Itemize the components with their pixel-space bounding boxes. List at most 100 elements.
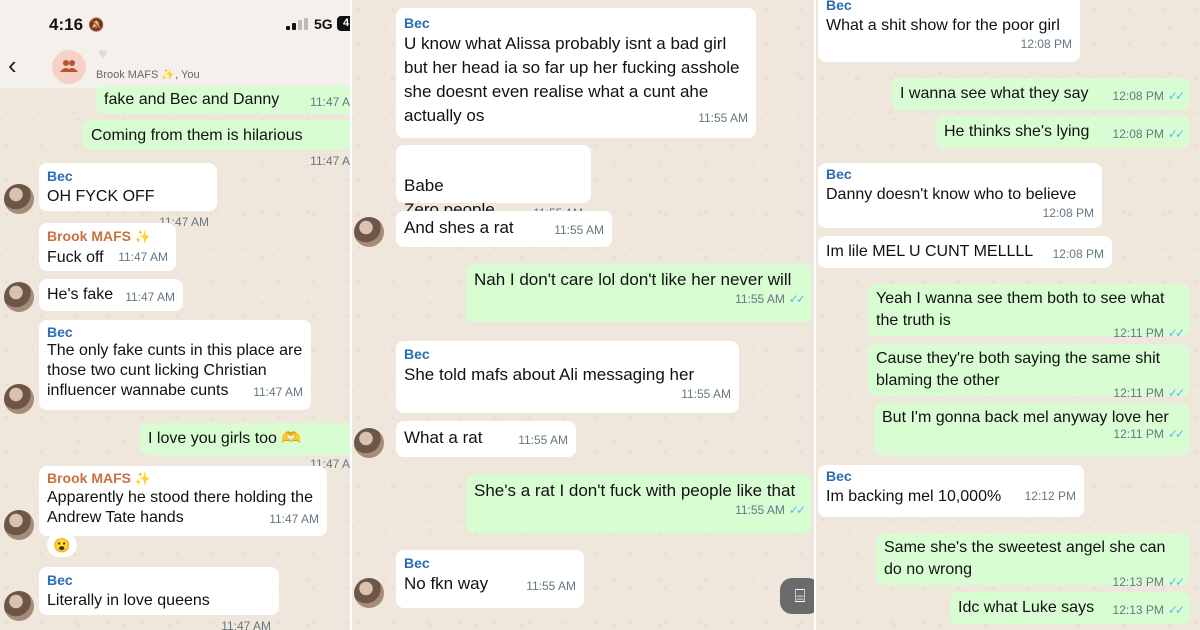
outgoing-message[interactable]: I love you girls too 🫶 11:47 A (140, 423, 352, 471)
sparkle-icon: ✨ (134, 229, 152, 244)
message-time: 12:11 PM (1113, 427, 1164, 441)
outgoing-message[interactable]: Nah I don't care lol don't like her neve… (466, 264, 811, 322)
outgoing-message[interactable]: fake and Bec and Danny 11:47 A (96, 86, 352, 114)
read-ticks-icon: ✓✓ (788, 292, 806, 306)
message-text: He thinks she's lying (944, 123, 1090, 140)
outgoing-message[interactable]: Same she's the sweetest angel she can do… (876, 533, 1190, 589)
incoming-message[interactable]: Brook MAFS ✨ Fuck off 11:47 AM (39, 223, 176, 271)
chat-panel-middle: Bec U know what Alissa probably isnt a b… (352, 0, 816, 630)
sender-avatar[interactable] (4, 184, 34, 214)
astonished-icon: 😮 (53, 537, 71, 553)
message-time: 11:55 AM (735, 292, 785, 306)
message-time: 11:55 AM (526, 579, 576, 593)
sender-avatar[interactable] (4, 282, 34, 312)
group-avatar[interactable] (52, 50, 86, 84)
message-time: 12:08 PM (1112, 89, 1164, 103)
message-time: 11:47 A (310, 154, 350, 168)
message-text: Cause they're both saying the same shit … (876, 350, 1161, 389)
people-icon (60, 60, 78, 72)
message-text: Im backing mel 10,000% (826, 488, 1002, 505)
read-ticks-icon: ✓✓ (1167, 427, 1185, 441)
incoming-message[interactable]: What a rat 11:55 AM (396, 421, 576, 457)
read-ticks-icon: ✓✓ (1167, 127, 1185, 141)
sender-name: Bec (404, 555, 430, 571)
silent-bell-icon: 🔕 (88, 17, 105, 32)
message-time: 12:11 PM (1113, 326, 1164, 340)
outgoing-message[interactable]: But I'm gonna back mel anyway love her 1… (874, 403, 1190, 455)
message-text: Danny doesn't know who to believe (826, 186, 1077, 203)
read-ticks-icon: ✓✓ (1167, 575, 1185, 589)
scan-text-icon: ⌸ (794, 586, 806, 606)
sender-avatar[interactable] (4, 384, 34, 414)
sender-avatar[interactable] (354, 428, 384, 458)
sender-avatar[interactable] (4, 591, 34, 621)
sender-name: Bec (826, 0, 852, 13)
incoming-message[interactable]: Babe Zero people 11:55 AM (396, 145, 591, 220)
message-time: 12:13 PM (1112, 603, 1164, 617)
incoming-message[interactable]: He's fake 11:47 AM (39, 279, 183, 311)
outgoing-message[interactable]: Yeah I wanna see them both to see what t… (868, 284, 1190, 340)
incoming-message[interactable]: Bec The only fake cunts in this place ar… (39, 320, 311, 410)
incoming-message[interactable]: Bec U know what Alissa probably isnt a b… (396, 8, 756, 138)
signal-icon (286, 18, 308, 30)
sender-avatar[interactable] (4, 510, 34, 540)
sender-avatar[interactable] (354, 217, 384, 247)
message-text: I wanna see what they say (900, 85, 1089, 102)
incoming-message[interactable]: Bec OH FYCK OFF 11:47 AM (39, 163, 217, 229)
message-text: Fuck off (47, 249, 104, 266)
incoming-message[interactable]: Bec Danny doesn't know who to believe 12… (818, 163, 1102, 228)
message-time: 11:47 AM (118, 250, 168, 264)
message-text: Nah I don't care lol don't like her neve… (474, 270, 792, 289)
message-time: 11:47 AM (253, 385, 303, 399)
message-text: He's fake (47, 286, 114, 303)
sender-name: Bec (404, 346, 430, 362)
message-time: 11:55 AM (518, 433, 568, 447)
message-text: fake and Bec and Danny (104, 91, 280, 108)
status-bar: 4:16 🔕 5G 4 (0, 0, 352, 46)
message-time: 11:47 A (310, 95, 350, 109)
sender-name: Brook MAFS (47, 470, 131, 486)
incoming-message[interactable]: Im lile MEL U CUNT MELLLL 12:08 PM (818, 236, 1112, 268)
reaction-badge[interactable]: 😮 (47, 533, 77, 557)
outgoing-message[interactable]: She's a rat I don't fuck with people lik… (466, 475, 811, 533)
incoming-message[interactable]: And shes a rat 11:55 AM (396, 211, 612, 247)
sender-name: Bec (404, 15, 430, 31)
chat-header: ‹ ♥ Brook MAFS ✨, You (0, 46, 352, 88)
sender-name: Bec (826, 468, 852, 484)
outgoing-message[interactable]: Cause they're both saying the same shit … (868, 344, 1190, 400)
sender-name: Bec (826, 166, 852, 182)
message-time: 12:08 PM (1020, 37, 1072, 51)
sender-avatar[interactable] (354, 578, 384, 608)
message-text: And shes a rat (404, 218, 514, 237)
sender-name: Brook MAFS (47, 228, 131, 244)
status-time: 4:16 (49, 15, 84, 34)
outgoing-message[interactable]: I wanna see what they say 12:08 PM ✓✓ (892, 78, 1190, 110)
incoming-message[interactable]: Bec What a shit show for the poor girl 1… (818, 0, 1080, 62)
read-ticks-icon: ✓✓ (788, 503, 806, 517)
outgoing-message[interactable]: Coming from them is hilarious 11:47 A (83, 120, 352, 168)
message-time: 12:11 PM (1113, 386, 1164, 400)
back-chevron-icon[interactable]: ‹ (8, 52, 17, 78)
read-ticks-icon: ✓✓ (1167, 89, 1185, 103)
message-time: 12:13 PM (1112, 575, 1164, 589)
message-time: 11:47 AM (221, 619, 271, 630)
incoming-message[interactable]: Bec Im backing mel 10,000% 12:12 PM (818, 465, 1084, 517)
outgoing-message[interactable]: He thinks she's lying 12:08 PM ✓✓ (936, 116, 1190, 148)
incoming-message[interactable]: Bec No fkn way 11:55 AM (396, 550, 584, 608)
message-time: 12:08 PM (1042, 206, 1094, 220)
sender-name: Bec (47, 168, 73, 184)
sender-name: Bec (47, 572, 73, 588)
incoming-message[interactable]: Brook MAFS ✨ Apparently he stood there h… (39, 466, 327, 536)
message-text: She's a rat I don't fuck with people lik… (474, 481, 796, 500)
network-label: 5G (314, 16, 333, 32)
incoming-message[interactable]: Bec Literally in love queens 11:47 AM (39, 567, 279, 630)
message-text: OH FYCK OFF (47, 188, 155, 205)
outgoing-message[interactable]: Idc what Luke says 12:13 PM ✓✓ (950, 592, 1190, 624)
message-text: Idc what Luke says (958, 599, 1095, 616)
message-text: Yeah I wanna see them both to see what t… (876, 290, 1165, 329)
message-text: Im lile MEL U CUNT MELLLL (826, 243, 1034, 260)
incoming-message[interactable]: Bec She told mafs about Ali messaging he… (396, 341, 739, 413)
read-ticks-icon: ✓✓ (1167, 603, 1185, 617)
group-members[interactable]: Brook MAFS ✨, You (96, 68, 200, 81)
message-time: 11:55 AM (735, 503, 785, 517)
